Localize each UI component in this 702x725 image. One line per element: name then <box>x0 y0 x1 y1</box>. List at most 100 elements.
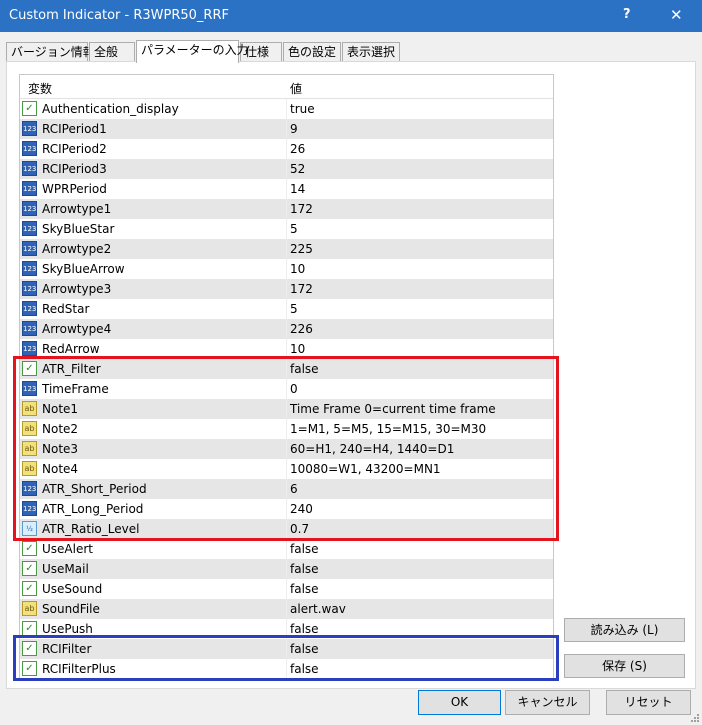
parameter-value[interactable]: 10 <box>290 342 305 356</box>
parameter-row[interactable]: ✓ ATR_Filter false <box>20 359 553 379</box>
load-button-label: 読み込み (L) <box>590 623 659 637</box>
parameter-row[interactable]: 123 Arrowtype2 225 <box>20 239 553 259</box>
parameter-value[interactable]: 240 <box>290 502 313 516</box>
parameter-value[interactable]: 225 <box>290 242 313 256</box>
integer-type-icon: 123 <box>22 121 37 136</box>
integer-type-icon: 123 <box>22 341 37 356</box>
parameter-name: Arrowtype2 <box>42 242 112 256</box>
parameter-name: RCIPeriod1 <box>42 122 107 136</box>
parameter-value[interactable]: false <box>290 542 319 556</box>
column-divider <box>286 599 287 619</box>
parameter-value[interactable]: 5 <box>290 222 298 236</box>
parameter-name: UseMail <box>42 562 89 576</box>
parameter-name: Note1 <box>42 402 79 416</box>
parameter-row[interactable]: 123 SkyBlueStar 5 <box>20 219 553 239</box>
column-divider <box>286 319 287 339</box>
parameter-value[interactable]: 6 <box>290 482 298 496</box>
parameter-row[interactable]: 123 ATR_Short_Period 6 <box>20 479 553 499</box>
parameter-row[interactable]: 123 RedArrow 10 <box>20 339 553 359</box>
cancel-button[interactable]: キャンセル <box>505 690 590 715</box>
parameter-row[interactable]: 123 RCIPeriod3 52 <box>20 159 553 179</box>
parameter-value[interactable]: 14 <box>290 182 305 196</box>
parameter-value[interactable]: 0 <box>290 382 298 396</box>
parameter-row[interactable]: ✓ UsePush false <box>20 619 553 639</box>
tab-display-selection[interactable]: 表示選択 <box>342 42 400 61</box>
parameter-value[interactable]: 226 <box>290 322 313 336</box>
parameter-value[interactable]: false <box>290 582 319 596</box>
parameter-row[interactable]: 123 RCIPeriod2 26 <box>20 139 553 159</box>
parameter-row[interactable]: ✓ RCIFilter false <box>20 639 553 659</box>
column-divider <box>286 659 287 679</box>
resize-grip-icon[interactable] <box>690 713 700 723</box>
string-type-icon: ab <box>22 601 37 616</box>
parameter-value[interactable]: true <box>290 102 315 116</box>
parameter-name: Note4 <box>42 462 79 476</box>
parameter-row[interactable]: ab Note4 10080=W1, 43200=MN1 <box>20 459 553 479</box>
parameter-row[interactable]: ✓ UseMail false <box>20 559 553 579</box>
column-header-variable[interactable]: 変数 <box>28 80 52 97</box>
parameter-value[interactable]: 9 <box>290 122 298 136</box>
column-divider <box>286 639 287 659</box>
parameter-value[interactable]: 172 <box>290 202 313 216</box>
parameter-row[interactable]: 123 ATR_Long_Period 240 <box>20 499 553 519</box>
parameter-row[interactable]: 123 Arrowtype1 172 <box>20 199 553 219</box>
reset-button[interactable]: リセット <box>606 690 691 715</box>
parameter-row[interactable]: 123 TimeFrame 0 <box>20 379 553 399</box>
load-button[interactable]: 読み込み (L) <box>564 618 685 642</box>
parameter-row[interactable]: 123 RCIPeriod1 9 <box>20 119 553 139</box>
parameter-value[interactable]: false <box>290 662 319 676</box>
parameter-row[interactable]: ✓ RCIFilterPlus false <box>20 659 553 679</box>
parameter-value[interactable]: false <box>290 622 319 636</box>
parameter-row[interactable]: 123 WPRPeriod 14 <box>20 179 553 199</box>
column-divider <box>286 459 287 479</box>
parameter-row[interactable]: 123 SkyBlueArrow 10 <box>20 259 553 279</box>
parameter-row[interactable]: ab SoundFile alert.wav <box>20 599 553 619</box>
parameter-row[interactable]: 123 Arrowtype4 226 <box>20 319 553 339</box>
parameter-row[interactable]: ab Note1 Time Frame 0=current time frame <box>20 399 553 419</box>
tab-version-info[interactable]: バージョン情報 <box>6 42 95 61</box>
parameter-row[interactable]: ✓ Authentication_display true <box>20 99 553 119</box>
parameter-value[interactable]: 60=H1, 240=H4, 1440=D1 <box>290 442 454 456</box>
parameter-value[interactable]: 10080=W1, 43200=MN1 <box>290 462 441 476</box>
tab-input-parameters[interactable]: パラメーターの入力 <box>136 40 249 63</box>
parameter-row[interactable]: ✓ UseSound false <box>20 579 553 599</box>
title-bar: Custom Indicator - R3WPR50_RRF ? ✕ <box>0 0 702 32</box>
help-button[interactable]: ? <box>623 7 631 22</box>
parameter-row[interactable]: ½ ATR_Ratio_Level 0.7 <box>20 519 553 539</box>
double-type-icon: ½ <box>22 521 37 536</box>
parameter-value[interactable]: false <box>290 562 319 576</box>
parameter-name: UseAlert <box>42 542 93 556</box>
column-divider <box>286 439 287 459</box>
parameter-value[interactable]: false <box>290 362 319 376</box>
column-header-value[interactable]: 値 <box>290 80 302 97</box>
column-divider <box>286 179 287 199</box>
parameter-value[interactable]: 52 <box>290 162 305 176</box>
parameter-value[interactable]: 10 <box>290 262 305 276</box>
parameter-row[interactable]: 123 RedStar 5 <box>20 299 553 319</box>
parameter-value[interactable]: 172 <box>290 282 313 296</box>
parameter-name: RCIFilter <box>42 642 92 656</box>
integer-type-icon: 123 <box>22 181 37 196</box>
parameter-row[interactable]: ab Note2 1=M1, 5=M5, 15=M15, 30=M30 <box>20 419 553 439</box>
string-type-icon: ab <box>22 421 37 436</box>
parameter-value[interactable]: 1=M1, 5=M5, 15=M15, 30=M30 <box>290 422 486 436</box>
ok-button[interactable]: OK <box>418 690 501 715</box>
parameter-row[interactable]: ✓ UseAlert false <box>20 539 553 559</box>
tab-general[interactable]: 全般 <box>89 42 135 61</box>
string-type-icon: ab <box>22 461 37 476</box>
parameter-value[interactable]: 5 <box>290 302 298 316</box>
column-divider <box>286 239 287 259</box>
close-button[interactable]: ✕ <box>670 6 683 24</box>
save-button[interactable]: 保存 (S) <box>564 654 685 678</box>
parameter-value[interactable]: 0.7 <box>290 522 309 536</box>
parameter-row[interactable]: 123 Arrowtype3 172 <box>20 279 553 299</box>
parameter-value[interactable]: false <box>290 642 319 656</box>
tab-color-settings[interactable]: 色の設定 <box>283 42 341 61</box>
parameter-value[interactable]: Time Frame 0=current time frame <box>290 402 496 416</box>
parameter-row[interactable]: ab Note3 60=H1, 240=H4, 1440=D1 <box>20 439 553 459</box>
parameter-value[interactable]: 26 <box>290 142 305 156</box>
integer-type-icon: 123 <box>22 221 37 236</box>
column-divider <box>286 519 287 539</box>
integer-type-icon: 123 <box>22 201 37 216</box>
parameter-value[interactable]: alert.wav <box>290 602 346 616</box>
